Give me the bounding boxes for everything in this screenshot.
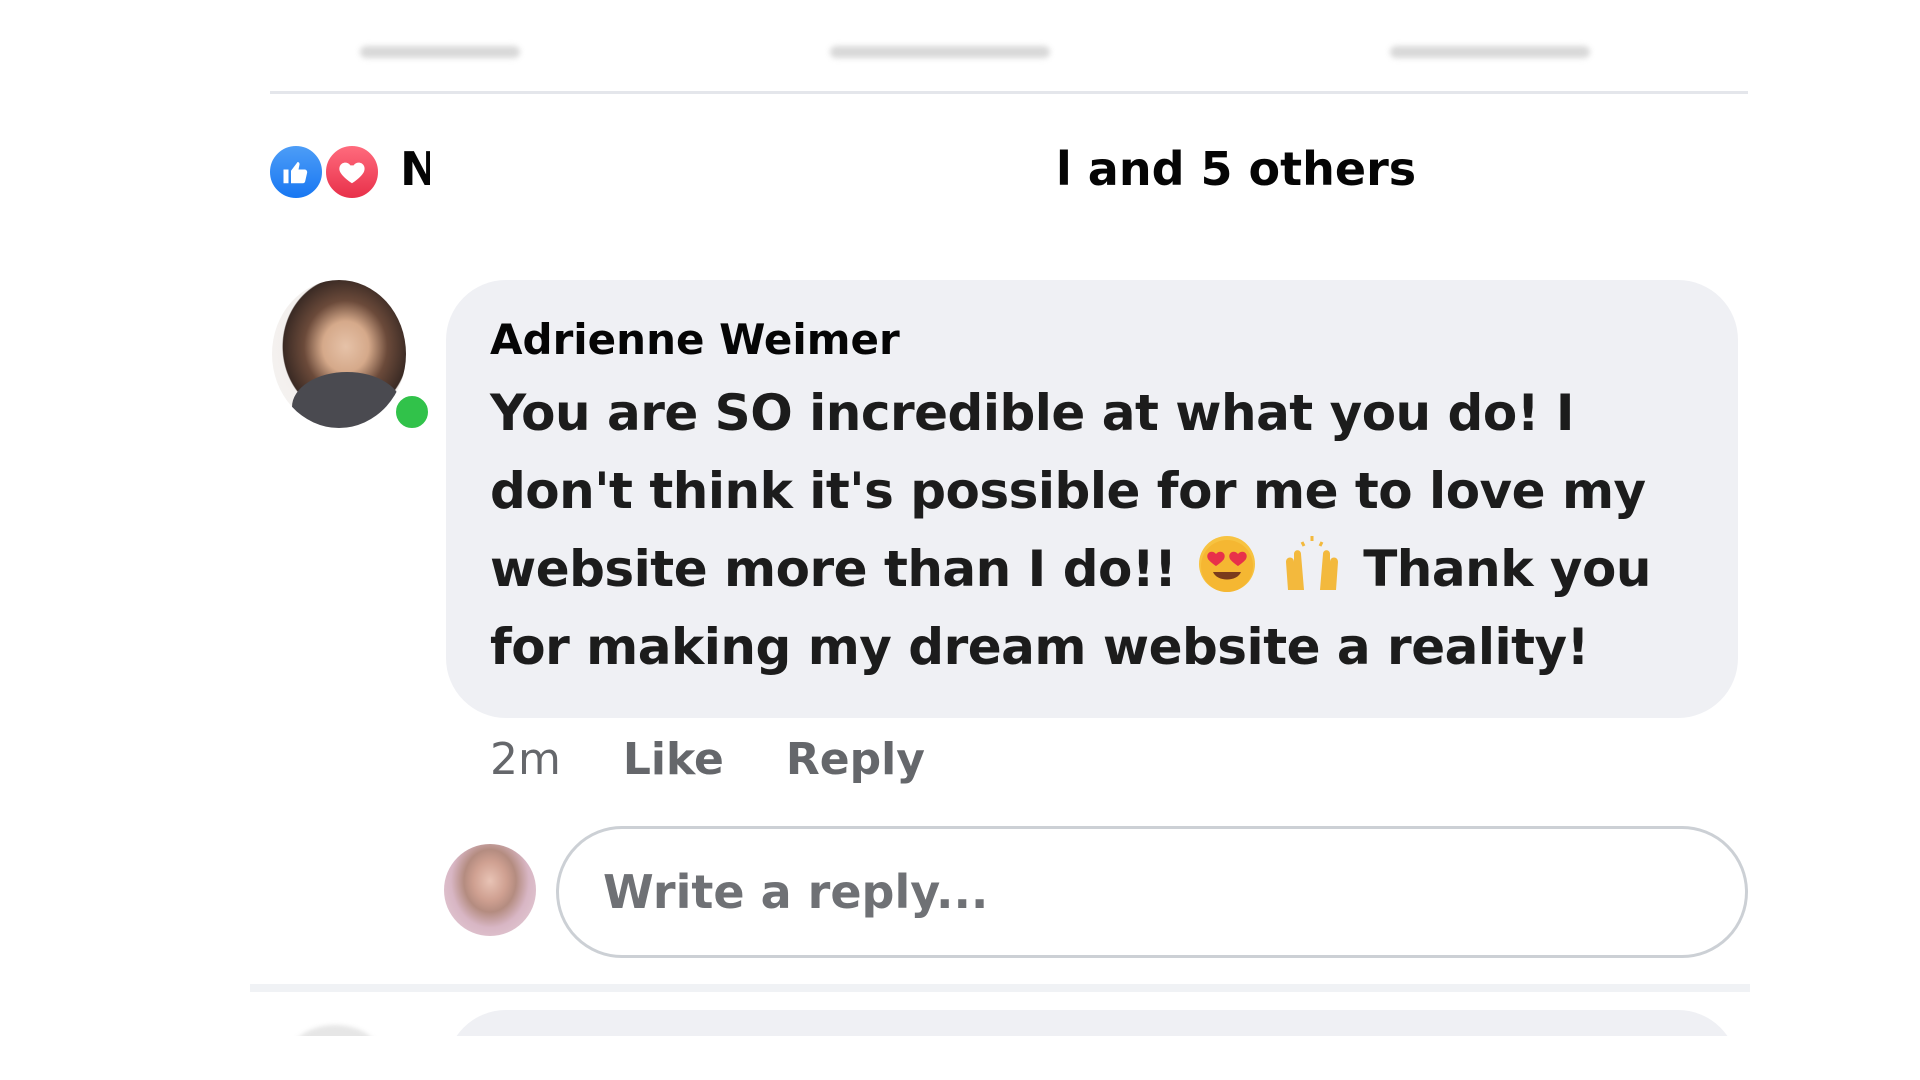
comment-bubble: Adrienne Weimer You are SO incredible at… bbox=[446, 280, 1738, 718]
blurred-action-comment bbox=[830, 46, 1050, 58]
heart-eyes-emoji-icon bbox=[1195, 532, 1259, 596]
comment-actions: 2m Like Reply bbox=[490, 734, 925, 785]
comment-timestamp[interactable]: 2m bbox=[490, 734, 561, 785]
next-comment-avatar bbox=[290, 1025, 380, 1036]
divider bbox=[250, 984, 1750, 992]
previous-action-bar bbox=[270, 0, 1750, 95]
raising-hands-emoji-icon bbox=[1280, 532, 1344, 596]
like-reaction-icon bbox=[266, 142, 326, 202]
like-button[interactable]: Like bbox=[623, 734, 724, 785]
commenter-photo-shirt bbox=[292, 372, 402, 428]
comment-line-3-start: website more than I do!! bbox=[490, 540, 1177, 598]
reaction-icons[interactable] bbox=[266, 140, 382, 204]
reactors-summary-text[interactable]: l and 5 others bbox=[1056, 142, 1416, 196]
reply-input[interactable] bbox=[556, 826, 1748, 958]
screenshot-canvas: N l and 5 others Adrienne Weimer You are… bbox=[0, 0, 1920, 1080]
comment-line-2: don't think it's possible for me to love… bbox=[490, 462, 1646, 520]
comment-line-4: for making my dream website a reality! bbox=[490, 618, 1589, 676]
next-comment-bubble bbox=[446, 1010, 1738, 1036]
comment-line-3: website more than I do!! Thank you bbox=[490, 530, 1694, 608]
thumbs-up-icon bbox=[283, 162, 308, 184]
current-user-avatar[interactable] bbox=[444, 844, 536, 936]
love-reaction-icon bbox=[322, 142, 382, 202]
blurred-action-share bbox=[1390, 46, 1590, 58]
comment-line-1: You are SO incredible at what you do! I bbox=[490, 384, 1575, 442]
comment-body: You are SO incredible at what you do! I … bbox=[490, 374, 1694, 686]
heart-icon bbox=[339, 162, 365, 184]
reply-button[interactable]: Reply bbox=[786, 734, 925, 785]
online-status-indicator bbox=[390, 390, 434, 434]
blurred-action-like bbox=[360, 46, 520, 58]
divider bbox=[270, 91, 1748, 94]
comment-line-3-end: Thank you bbox=[1363, 540, 1651, 598]
commenter-photo bbox=[272, 280, 406, 428]
comment-author-name[interactable]: Adrienne Weimer bbox=[490, 316, 1694, 364]
comment-panel: N l and 5 others Adrienne Weimer You are… bbox=[250, 0, 1750, 1036]
commenter-avatar[interactable] bbox=[272, 280, 434, 434]
reactors-name-fragment[interactable]: N bbox=[400, 142, 430, 196]
